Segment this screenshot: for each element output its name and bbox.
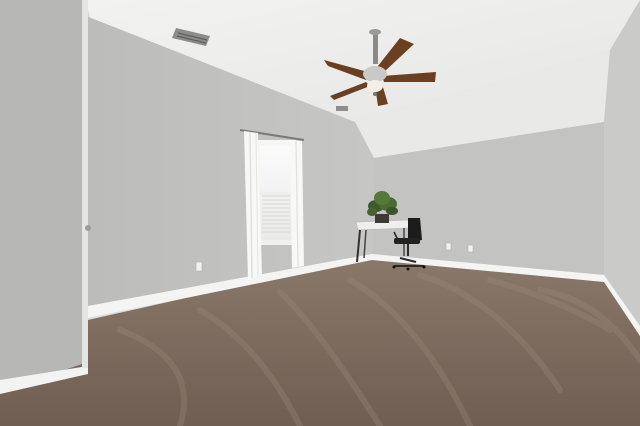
curtain-right (290, 140, 304, 268)
left-partition-wall (0, 0, 88, 380)
window-icon (256, 140, 296, 245)
outlet-icon (445, 242, 452, 251)
room-scene (0, 0, 640, 426)
room-photo (0, 0, 640, 426)
air-vent-small-icon (336, 106, 348, 111)
outlet-icon (467, 244, 474, 253)
outlet-icon (195, 261, 203, 272)
